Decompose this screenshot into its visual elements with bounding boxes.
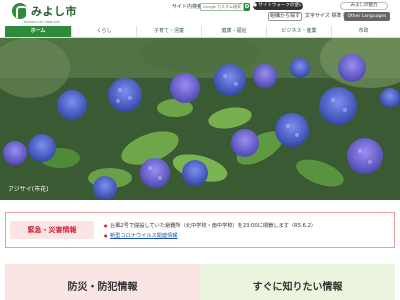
hero-image: アジサイ(市花)	[0, 38, 400, 200]
logo-subtitle: MIYOSHI CITY WEB SITE	[24, 20, 60, 24]
fontsize-control[interactable]: 文字サイズ 標準 拡大	[305, 12, 353, 21]
search-input[interactable]	[200, 3, 244, 11]
logo-name: みよし市	[31, 5, 77, 18]
disaster-crime-prevention-section[interactable]: 防災・防犯情報	[5, 264, 200, 300]
emergency-label: 緊急・災害情報	[10, 221, 94, 239]
hero-caption: アジサイ(市花)	[8, 186, 49, 193]
city-emblem-icon	[12, 3, 28, 19]
nav-living[interactable]: くらし	[71, 26, 136, 37]
site-search-label: サイト内検索	[172, 4, 203, 10]
disaster-crime-prevention-title: 防災・防犯情報	[67, 282, 138, 293]
nav-city-admin[interactable]: 市政	[331, 26, 395, 37]
emergency-item-covid-link[interactable]: 新型コロナウイルス関連情報	[104, 232, 177, 240]
site-logo[interactable]: みよし市 MIYOSHI CITY WEB SITE	[12, 3, 77, 24]
other-languages-button[interactable]: Other Languages	[344, 12, 390, 21]
search-button[interactable]	[244, 3, 250, 11]
nav-childcare[interactable]: 子育て・児童	[136, 26, 201, 37]
quick-info-section[interactable]: すぐに知りたい情報	[200, 264, 395, 300]
hydrangea-photo	[0, 38, 400, 200]
find-by-organization-button[interactable]: 組織から探す	[268, 12, 302, 21]
global-nav: ホーム くらし 子育て・児童 健康・福祉 ビジネス・産業 市政	[0, 26, 400, 38]
emergency-info-panel: 緊急・災害情報 台風2号で開設していた避難所（北中学校・南中学校）を23:00に…	[5, 212, 395, 248]
charm-button[interactable]: みよしの魅力	[340, 2, 388, 10]
nav-business[interactable]: ビジネス・産業	[266, 26, 331, 37]
quick-info-title: すぐに知りたい情報	[252, 282, 343, 293]
emergency-item[interactable]: 台風2号で開設していた避難所（北中学校・南中学校）を23:00に閉鎖します（R5…	[104, 222, 316, 230]
site-header: みよし市 MIYOSHI CITY WEB SITE サイト内検索 ● サイトウ…	[0, 0, 400, 26]
nav-health-welfare[interactable]: 健康・福祉	[201, 26, 266, 37]
readaloud-button[interactable]: ● サイトウォークの使い方	[253, 2, 308, 10]
nav-home[interactable]: ホーム	[5, 26, 71, 37]
